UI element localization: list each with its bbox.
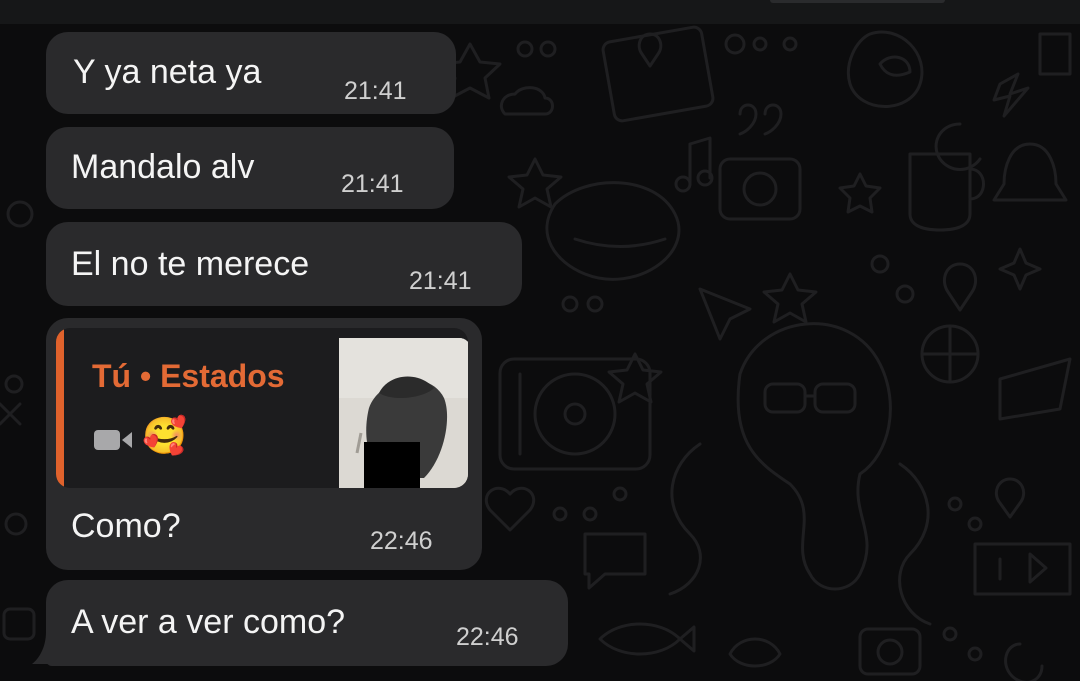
sparkle-doodle (998, 247, 1042, 291)
tentacle-doodle (668, 442, 702, 596)
emoji-smiling-hearts: 🥰 (142, 415, 187, 456)
quote-accent-bar (56, 328, 64, 488)
video-camera-icon (94, 428, 134, 452)
music-note-doodle (688, 136, 712, 186)
message-text: A ver a ver como? (71, 603, 346, 641)
message-bubble[interactable]: A ver a ver como? 22:46 (46, 580, 568, 666)
message-bubble[interactable]: Mandalo alv 21:41 (46, 127, 454, 209)
status-bar-indicator (770, 0, 945, 3)
message-text: Mandalo alv (71, 148, 255, 186)
star-doodle (762, 272, 818, 324)
bell-doodle (992, 142, 1068, 202)
message-text: Como? (71, 507, 181, 545)
lightning-doodle (992, 72, 1030, 118)
octopus-doodle (736, 322, 892, 591)
camera-doodle (858, 627, 922, 676)
message-text: El no te merece (71, 245, 310, 283)
pin-doodle (943, 262, 977, 312)
message-bubble[interactable]: Y ya neta ya 21:41 (46, 32, 456, 114)
message-time: 21:41 (409, 267, 472, 295)
sunglasses-doodle (763, 382, 807, 414)
circle-doodle (6, 200, 34, 228)
ticket-doodle (998, 357, 1072, 421)
swirl-doodle (1004, 642, 1044, 681)
tentacle-doodle (898, 462, 932, 626)
message-time: 21:41 (344, 77, 407, 105)
x-doodle (0, 402, 22, 426)
quote-doodle (738, 103, 783, 136)
star-doodle (838, 172, 882, 214)
tag-doodle (1038, 32, 1072, 76)
chat-doodle (583, 532, 647, 590)
camera-doodle (718, 157, 802, 221)
circle-doodle (4, 512, 28, 536)
video-doodle (973, 542, 1072, 596)
message-time: 21:41 (341, 170, 404, 198)
status-bar (0, 0, 1080, 24)
heart-doodle (484, 486, 536, 532)
swirl-doodle (934, 122, 982, 171)
status-thumbnail[interactable] (339, 338, 468, 488)
message-bubble[interactable]: El no te merece 21:41 (46, 222, 522, 306)
cloud-doodle (499, 86, 554, 116)
cursor-doodle (698, 287, 752, 341)
status-reply-bubble[interactable]: Tú • Estados 🥰 Como? 22:46 (46, 318, 482, 570)
quoted-status[interactable]: Tú • Estados 🥰 (56, 328, 468, 488)
chat-screen: Y ya neta ya 21:41 Mandalo alv 21:41 El … (0, 0, 1080, 681)
star-doodle (507, 157, 563, 209)
pin-doodle (637, 32, 663, 68)
lips-doodle (728, 637, 782, 668)
mug-doodle (908, 152, 972, 232)
star-doodle (607, 352, 663, 404)
circle-doodle (4, 374, 24, 394)
message-text: Y ya neta ya (73, 53, 262, 91)
leaf-doodle (878, 55, 912, 77)
quote-author: Tú • Estados (92, 358, 285, 394)
message-time: 22:46 (456, 623, 519, 651)
message-time: 22:46 (370, 527, 433, 555)
map-doodle (601, 25, 715, 123)
fish-doodle (598, 622, 696, 656)
pin-doodle (994, 477, 1026, 519)
lips-doodle (545, 181, 681, 281)
